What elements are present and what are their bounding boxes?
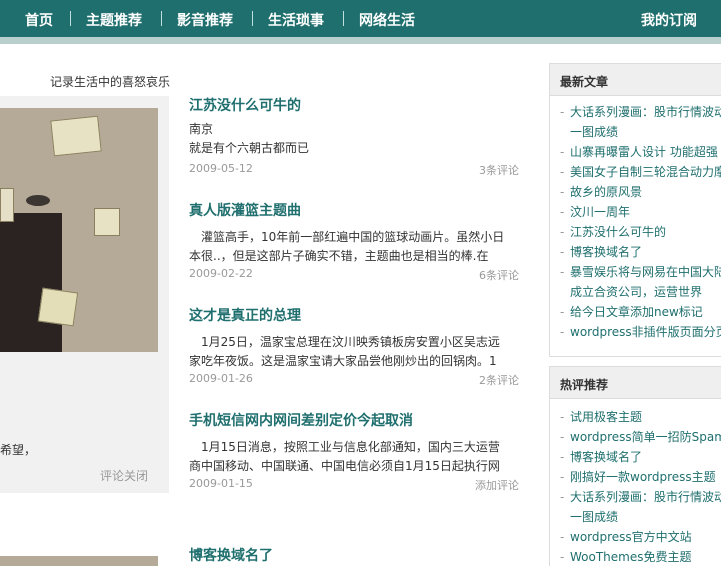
post-excerpt-line: 商中国移动、中国联通、中国电信必须自1月15日起执行网 <box>189 459 500 473</box>
post-item: 手机短信网内网间差别定价今起取消 1月15日消息，按照工业与信息化部通知，国内三… <box>189 410 519 492</box>
post-date: 2009-01-15 <box>189 477 253 490</box>
nav-separator <box>161 11 162 26</box>
list-item[interactable]: - wordpress官方中文站 <box>560 527 721 547</box>
list-item[interactable]: -美国女子自制三轮混合动力摩托 <box>560 162 721 182</box>
post-excerpt: 1月15日消息，按照工业与信息化部通知，国内三大运营 商中国移动、中国联通、中国… <box>189 438 519 476</box>
featured-comments-closed: 评论关闭 <box>100 469 149 483</box>
post-comments-link[interactable]: 3条评论 <box>479 162 519 178</box>
post-comments-link[interactable]: 2条评论 <box>479 372 519 388</box>
image-book-3 <box>94 208 120 236</box>
bullet-dash: - <box>560 470 565 484</box>
nav-life-trivia[interactable]: 生活琐事 <box>268 10 324 30</box>
list-item[interactable]: - wordpress简单一招防Spam <box>560 427 721 447</box>
bullet-dash: - <box>560 165 565 179</box>
nav-media-recommend[interactable]: 影音推荐 <box>177 10 233 30</box>
list-item[interactable]: - 江苏没什么可牛的 <box>560 222 721 242</box>
bullet-dash: - <box>560 185 565 199</box>
post-excerpt-line: 本很..，但是这部片子确实不错，主题曲也是相当的棒.在 <box>189 249 489 263</box>
widget-title: 最新文章 <box>550 64 721 96</box>
list-item[interactable]: - wordpress非插件版页面分页 <box>560 322 721 342</box>
bullet-dash: - <box>560 145 565 159</box>
post-excerpt-line: 家吃年夜饭。这是温家宝请大家品尝他刚炒出的回锅肉。1 <box>189 354 497 368</box>
nav-stripe <box>0 37 721 44</box>
post-excerpt-line: 1月15日消息，按照工业与信息化部通知，国内三大运营 <box>201 440 500 454</box>
post-date: 2009-05-12 <box>189 162 253 175</box>
list-item[interactable]: - 给今日文章添加new标记 <box>560 302 721 322</box>
nav-web-life[interactable]: 网络生活 <box>359 10 415 30</box>
image-bird <box>26 195 50 206</box>
featured-image-2[interactable] <box>0 556 158 566</box>
post-comments-link[interactable]: 6条评论 <box>479 267 519 283</box>
bullet-dash: - <box>560 430 565 444</box>
post-title[interactable]: 手机短信网内网间差别定价今起取消 <box>189 410 519 430</box>
hot-posts-widget: 热评推荐 - 试用极客主题 - wordpress简单一招防Spam - 博客换域名了… <box>549 366 721 566</box>
post-item: 博客换域名了 <box>189 545 519 565</box>
featured-excerpt: 希望， <box>0 443 37 457</box>
image-book-1 <box>50 115 102 157</box>
nav-home[interactable]: 首页 <box>25 10 53 30</box>
post-item: 真人版灌篮主题曲 灌篮高手，10年前一部红遍中国的篮球动画片。虽然小日 本很..… <box>189 200 519 282</box>
post-excerpt-line: 南京 <box>189 122 214 136</box>
nav-separator <box>343 11 344 26</box>
post-date: 2009-02-22 <box>189 267 253 280</box>
post-date: 2009-01-26 <box>189 372 253 385</box>
list-item[interactable]: - 汶川一周年 <box>560 202 721 222</box>
nav-separator <box>252 11 253 26</box>
list-item[interactable]: - WooThemes免费主题 <box>560 547 721 566</box>
bullet-dash: - <box>560 450 565 464</box>
post-title[interactable]: 真人版灌篮主题曲 <box>189 200 519 220</box>
bullet-dash: - <box>560 410 565 424</box>
post-excerpt: 南京 就是有个六朝古都而已 <box>189 120 519 158</box>
list-item[interactable]: - 故乡的原风景 <box>560 182 721 202</box>
bullet-dash: - <box>560 550 565 564</box>
list-item[interactable]: - 试用极客主题 <box>560 407 721 427</box>
list-item[interactable]: - 博客换域名了 <box>560 447 721 467</box>
bullet-dash: - <box>560 245 565 259</box>
recent-posts-list: - 大话系列漫画：股市行情波动一图成绩 - 山寨再曝雷人设计 功能超强 - 美国女子自… <box>550 96 721 342</box>
post-excerpt: 灌篮高手，10年前一部红遍中国的篮球动画片。虽然小日 本很..，但是这部片子确实… <box>189 228 519 266</box>
widget-title: 热评推荐 <box>550 367 721 399</box>
top-nav: 首页 主题推荐 影音推荐 生活琐事 网络生活 我的订阅 <box>0 0 721 44</box>
bullet-dash: - <box>560 265 565 279</box>
bullet-dash: - <box>560 530 565 544</box>
featured-image[interactable] <box>0 108 158 352</box>
image-shadow-block <box>0 213 62 352</box>
list-item[interactable]: - 暴雪娱乐将与网易在中国大陆成立合资公司，运营世界 <box>560 262 721 302</box>
list-item[interactable]: - 山寨再曝雷人设计 功能超强 <box>560 142 721 162</box>
nav-theme-recommend[interactable]: 主题推荐 <box>86 10 142 30</box>
image-book-4 <box>37 287 79 327</box>
post-excerpt: 1月25日，温家宝总理在汶川映秀镇板房安置小区吴志远 家吃年夜饭。这是温家宝请大… <box>189 333 519 371</box>
bullet-dash: - <box>560 305 565 319</box>
post-title[interactable]: 江苏没什么可牛的 <box>189 95 519 115</box>
post-comments-link[interactable]: 添加评论 <box>475 477 519 493</box>
post-title[interactable]: 博客换域名了 <box>189 545 519 565</box>
bullet-dash: - <box>560 325 565 339</box>
recent-posts-widget: 最新文章 - 大话系列漫画：股市行情波动一图成绩 - 山寨再曝雷人设计 功能超强 -… <box>549 63 721 357</box>
post-item: 这才是真正的总理 1月25日，温家宝总理在汶川映秀镇板房安置小区吴志远 家吃年夜… <box>189 305 519 387</box>
bullet-dash: - <box>560 105 565 119</box>
nav-separator <box>70 11 71 26</box>
post-title[interactable]: 这才是真正的总理 <box>189 305 519 325</box>
post-excerpt-line: 就是有个六朝古都而已 <box>189 141 310 155</box>
bullet-dash: - <box>560 205 565 219</box>
post-excerpt-line: 灌篮高手，10年前一部红遍中国的篮球动画片。虽然小日 <box>201 230 505 244</box>
list-item[interactable]: - 刚搞好一款wordpress主题 <box>560 467 721 487</box>
hot-posts-list: - 试用极客主题 - wordpress简单一招防Spam - 博客换域名了 - 刚搞好… <box>550 399 721 566</box>
bullet-dash: - <box>560 225 565 239</box>
list-item[interactable]: - 博客换域名了 <box>560 242 721 262</box>
list-item[interactable]: - 大话系列漫画：股市行情波动一图成绩 <box>560 487 721 527</box>
bullet-dash: - <box>560 490 565 504</box>
image-book-2 <box>0 188 14 222</box>
site-tagline: 记录生活中的喜怒哀乐 <box>50 75 171 89</box>
post-item: 江苏没什么可牛的 南京 就是有个六朝古都而已 2009-05-12 3条评论 <box>189 95 519 177</box>
post-excerpt-line: 1月25日，温家宝总理在汶川映秀镇板房安置小区吴志远 <box>201 335 500 349</box>
nav-my-subscription[interactable]: 我的订阅 <box>641 10 697 30</box>
list-item[interactable]: - 大话系列漫画：股市行情波动一图成绩 <box>560 102 721 142</box>
